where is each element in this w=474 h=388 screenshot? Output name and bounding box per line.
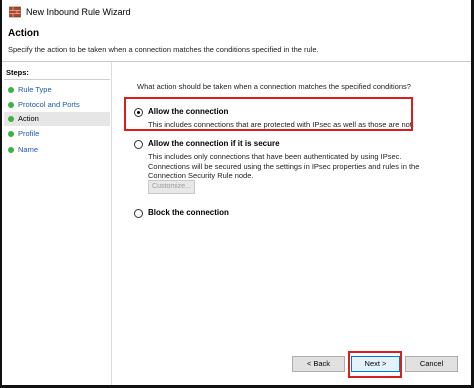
page-title: Action: [8, 28, 40, 39]
next-highlight-annotation: [348, 351, 402, 378]
title-bar[interactable]: New Inbound Rule Wizard: [2, 0, 471, 24]
firewall-icon: [9, 6, 21, 18]
step-label: Action: [18, 114, 39, 123]
step-action[interactable]: Action: [4, 112, 110, 126]
step-label: Profile: [18, 129, 40, 138]
steps-title: Steps:: [6, 68, 29, 77]
step-rule-type[interactable]: Rule Type: [4, 83, 110, 97]
step-protocol-and-ports[interactable]: Protocol and Ports: [4, 98, 110, 112]
action-question: What action should be taken when a conne…: [137, 82, 411, 91]
step-name[interactable]: Name: [4, 143, 110, 157]
step-label: Name: [18, 145, 39, 154]
step-label: Rule Type: [18, 85, 52, 94]
step-bullet-icon: [8, 116, 14, 122]
page-subtitle: Specify the action to be taken when a co…: [8, 45, 319, 54]
step-profile[interactable]: Profile: [4, 127, 110, 141]
step-bullet-icon: [8, 87, 14, 93]
steps-divider: [4, 79, 110, 80]
window-title: New Inbound Rule Wizard: [26, 7, 131, 17]
option-label: Allow the connection if it is secure: [148, 139, 280, 148]
page-header: Action Specify the action to be taken wh…: [2, 24, 471, 62]
step-bullet-icon: [8, 147, 14, 153]
cancel-button[interactable]: Cancel: [405, 356, 458, 372]
steps-pane: Steps: Rule Type Protocol and Ports Acti…: [2, 62, 112, 385]
step-bullet-icon: [8, 131, 14, 137]
highlight-annotation: [124, 97, 413, 131]
back-button[interactable]: < Back: [292, 356, 345, 372]
block-connection-radio[interactable]: [134, 209, 143, 218]
step-bullet-icon: [8, 102, 14, 108]
customize-button[interactable]: Customize...: [148, 180, 195, 194]
step-label: Protocol and Ports: [18, 100, 80, 109]
option-description: This includes only connections that have…: [148, 152, 420, 180]
allow-if-secure-radio[interactable]: [134, 140, 143, 149]
option-label: Block the connection: [148, 208, 229, 217]
